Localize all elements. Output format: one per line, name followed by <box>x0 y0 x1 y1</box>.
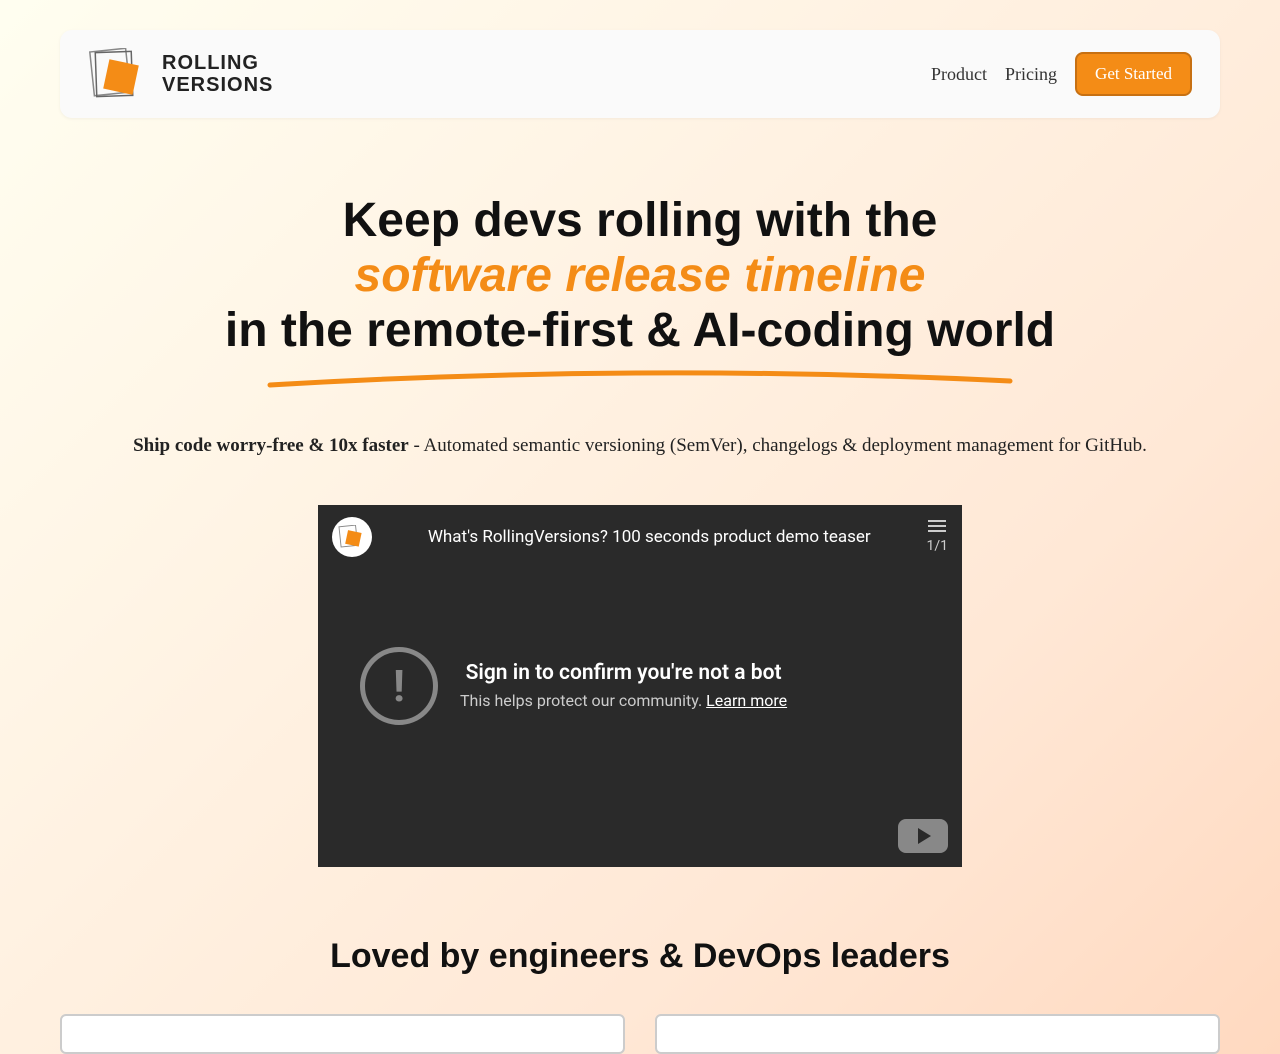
video-title: What's RollingVersions? 100 seconds prod… <box>384 527 914 547</box>
learn-more-link[interactable]: Learn more <box>706 691 787 710</box>
warning-subtitle: This helps protect our community. Learn … <box>460 691 787 710</box>
brand[interactable]: ROLLING VERSIONS <box>88 48 273 100</box>
playlist-indicator[interactable]: 1/1 <box>926 520 948 554</box>
nav-links: Product Pricing Get Started <box>931 52 1192 96</box>
testimonial-cards <box>0 1014 1280 1054</box>
subhead-rest: - Automated semantic versioning (SemVer)… <box>409 435 1147 456</box>
hero-subhead: Ship code worry-free & 10x faster - Auto… <box>60 435 1220 457</box>
playlist-count: 1/1 <box>926 538 948 554</box>
underline-icon <box>260 367 1020 391</box>
video-embed[interactable]: What's RollingVersions? 100 seconds prod… <box>318 505 962 867</box>
logo-icon <box>88 48 148 100</box>
warning-title: Sign in to confirm you're not a bot <box>460 661 787 685</box>
get-started-button[interactable]: Get Started <box>1075 52 1192 96</box>
nav-pricing[interactable]: Pricing <box>1005 64 1057 85</box>
hero-line3: in the remote-first & AI-coding world <box>225 304 1055 357</box>
warning-icon: ! <box>360 647 438 725</box>
testimonial-card <box>60 1014 625 1054</box>
youtube-icon[interactable] <box>898 819 948 853</box>
channel-avatar-icon <box>332 517 372 557</box>
testimonials-heading: Loved by engineers & DevOps leaders <box>0 937 1280 976</box>
playlist-icon <box>928 520 946 534</box>
testimonial-card <box>655 1014 1220 1054</box>
brand-line1: ROLLING <box>162 52 273 74</box>
video-header: What's RollingVersions? 100 seconds prod… <box>332 517 948 557</box>
brand-text: ROLLING VERSIONS <box>162 52 273 96</box>
hero-heading: Keep devs rolling with the software rele… <box>60 193 1220 359</box>
hero: Keep devs rolling with the software rele… <box>0 193 1280 867</box>
video-warning: ! Sign in to confirm you're not a bot Th… <box>360 647 920 725</box>
nav-product[interactable]: Product <box>931 64 987 85</box>
brand-line2: VERSIONS <box>162 74 273 96</box>
subhead-bold: Ship code worry-free & 10x faster <box>133 435 409 456</box>
hero-line2: software release timeline <box>355 249 926 302</box>
hero-line1: Keep devs rolling with the <box>343 194 938 247</box>
navbar: ROLLING VERSIONS Product Pricing Get Sta… <box>60 30 1220 118</box>
